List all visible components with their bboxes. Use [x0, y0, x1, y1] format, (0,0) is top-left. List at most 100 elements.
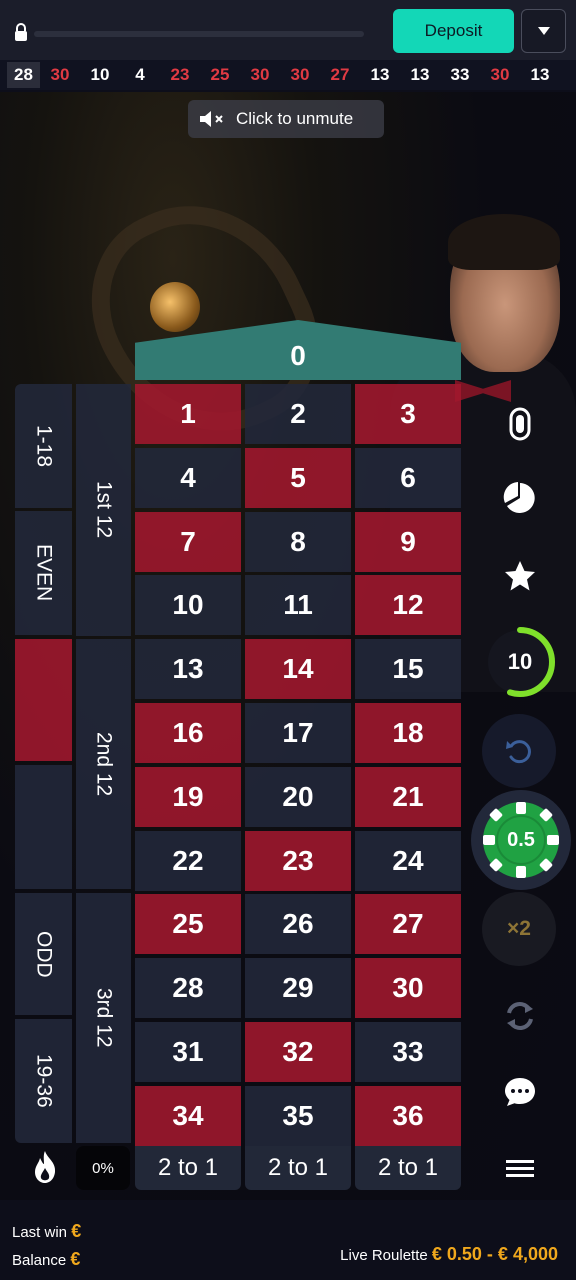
pill-icon [509, 407, 531, 441]
bet-number-29[interactable]: 29 [245, 958, 351, 1019]
bet-high[interactable]: 19-36 [15, 1019, 72, 1143]
bet-number-23[interactable]: 23 [245, 830, 351, 891]
last-win-currency: € [71, 1221, 82, 1241]
bet-number-8[interactable]: 8 [245, 511, 351, 572]
repeat-icon [507, 1002, 533, 1030]
chip-selector[interactable]: 0.5 [471, 790, 571, 890]
double-bet-button[interactable]: ×2 [482, 892, 556, 966]
chat-button[interactable] [500, 1072, 540, 1112]
history-result: 33 [450, 65, 470, 84]
decor-lamp [150, 282, 200, 332]
bet-number-28[interactable]: 28 [135, 958, 241, 1019]
bet-number-5[interactable]: 5 [245, 447, 351, 508]
dealer-hair [448, 214, 560, 270]
bet-number-31[interactable]: 31 [135, 1022, 241, 1082]
bet-number-1[interactable]: 1 [135, 384, 241, 444]
bet-number-20[interactable]: 20 [245, 766, 351, 827]
bet-number-30[interactable]: 30 [355, 958, 461, 1019]
bet-column-2[interactable]: 2 to 1 [245, 1146, 351, 1190]
bet-number-13[interactable]: 13 [135, 639, 241, 700]
bet-column-1[interactable]: 2 to 1 [135, 1146, 241, 1190]
bet-number-7[interactable]: 7 [135, 511, 241, 572]
bet-dozen-2[interactable]: 2nd 12 [76, 639, 131, 889]
bet-odd[interactable]: ODD [15, 893, 72, 1015]
bet-low[interactable]: 1-18 [15, 384, 72, 508]
bet-number-24[interactable]: 24 [355, 830, 461, 891]
balance-row: Balance € [12, 1246, 81, 1274]
last-win-label: Last win [12, 1224, 68, 1241]
deposit-button[interactable]: Deposit [393, 9, 514, 53]
undo-icon [506, 740, 531, 764]
pie-chart-icon [503, 482, 535, 513]
bet-number-6[interactable]: 6 [355, 447, 461, 508]
bet-number-26[interactable]: 26 [245, 894, 351, 955]
dropdown-button[interactable] [521, 9, 566, 53]
history-result: 30 [250, 65, 270, 84]
chip-value: 0.5 [507, 828, 535, 851]
bet-number-36[interactable]: 36 [355, 1085, 461, 1146]
bet-number-16[interactable]: 16 [135, 703, 241, 763]
statistics-button[interactable] [500, 404, 540, 444]
bet-number-2[interactable]: 2 [245, 384, 351, 444]
bet-number-17[interactable]: 17 [245, 703, 351, 763]
results-history: 28 30 10 4 23 25 30 30 27 13 13 33 30 13 [0, 60, 576, 90]
undo-button[interactable] [482, 714, 556, 788]
loading-progress-bar [34, 31, 364, 37]
repeat-button[interactable] [500, 996, 540, 1036]
bet-number-11[interactable]: 11 [245, 575, 351, 636]
low-label: 1-18 [32, 424, 56, 468]
speaker-muted-icon [200, 111, 223, 127]
bet-column-3[interactable]: 2 to 1 [355, 1146, 461, 1190]
unmute-button[interactable]: Click to unmute [188, 100, 384, 138]
star-icon [505, 561, 535, 591]
bet-number-34[interactable]: 34 [135, 1085, 241, 1146]
history-result: 30 [290, 65, 310, 84]
favourites-button[interactable] [500, 556, 540, 596]
history-result: 30 [50, 65, 70, 84]
balance-currency: € [70, 1249, 81, 1269]
unmute-label: Click to unmute [236, 109, 354, 128]
footer-balances: Last win € Balance € [12, 1218, 81, 1274]
last-win-row: Last win € [12, 1218, 81, 1246]
bet-number-21[interactable]: 21 [355, 766, 461, 827]
odd-label: ODD [32, 930, 56, 978]
lock-icon [15, 23, 27, 41]
bet-number-22[interactable]: 22 [135, 830, 241, 891]
dozen-1-label: 1st 12 [92, 481, 116, 539]
bet-number-32[interactable]: 32 [245, 1022, 351, 1082]
even-label: EVEN [32, 544, 56, 602]
hamburger-icon [506, 1160, 534, 1177]
bet-number-9[interactable]: 9 [355, 511, 461, 572]
history-result: 28 [7, 62, 40, 88]
bet-black[interactable] [15, 765, 72, 889]
chevron-down-icon [537, 27, 550, 35]
racetrack-button[interactable] [500, 478, 540, 518]
bet-number-18[interactable]: 18 [355, 703, 461, 763]
balance-label: Balance [12, 1252, 67, 1269]
high-label: 19-36 [32, 1054, 56, 1108]
game-name: Live Roulette [340, 1247, 428, 1264]
bet-dozen-1[interactable]: 1st 12 [76, 384, 131, 636]
bet-number-25[interactable]: 25 [135, 894, 241, 955]
bet-number-19[interactable]: 19 [135, 766, 241, 827]
bet-number-35[interactable]: 35 [245, 1085, 351, 1146]
bet-number-3[interactable]: 3 [355, 384, 461, 444]
bet-limits: € 0.50 - € 4,000 [431, 1244, 558, 1264]
history-result: 4 [135, 65, 145, 84]
bet-number-10[interactable]: 10 [135, 575, 241, 636]
bet-even[interactable]: EVEN [15, 511, 72, 635]
menu-button[interactable] [500, 1148, 540, 1188]
bet-red[interactable] [15, 639, 72, 761]
bet-dozen-3[interactable]: 3rd 12 [76, 893, 131, 1143]
history-result: 10 [90, 65, 110, 84]
bet-number-14[interactable]: 14 [245, 639, 351, 700]
history-result: 23 [170, 65, 190, 84]
bet-number-12[interactable]: 12 [355, 575, 461, 636]
flame-icon[interactable] [32, 1150, 58, 1184]
history-result: 25 [210, 65, 230, 84]
bet-number-33[interactable]: 33 [355, 1022, 461, 1082]
history-result: 27 [330, 65, 350, 84]
bet-number-4[interactable]: 4 [135, 447, 241, 508]
bet-number-15[interactable]: 15 [355, 639, 461, 700]
bet-number-27[interactable]: 27 [355, 894, 461, 955]
